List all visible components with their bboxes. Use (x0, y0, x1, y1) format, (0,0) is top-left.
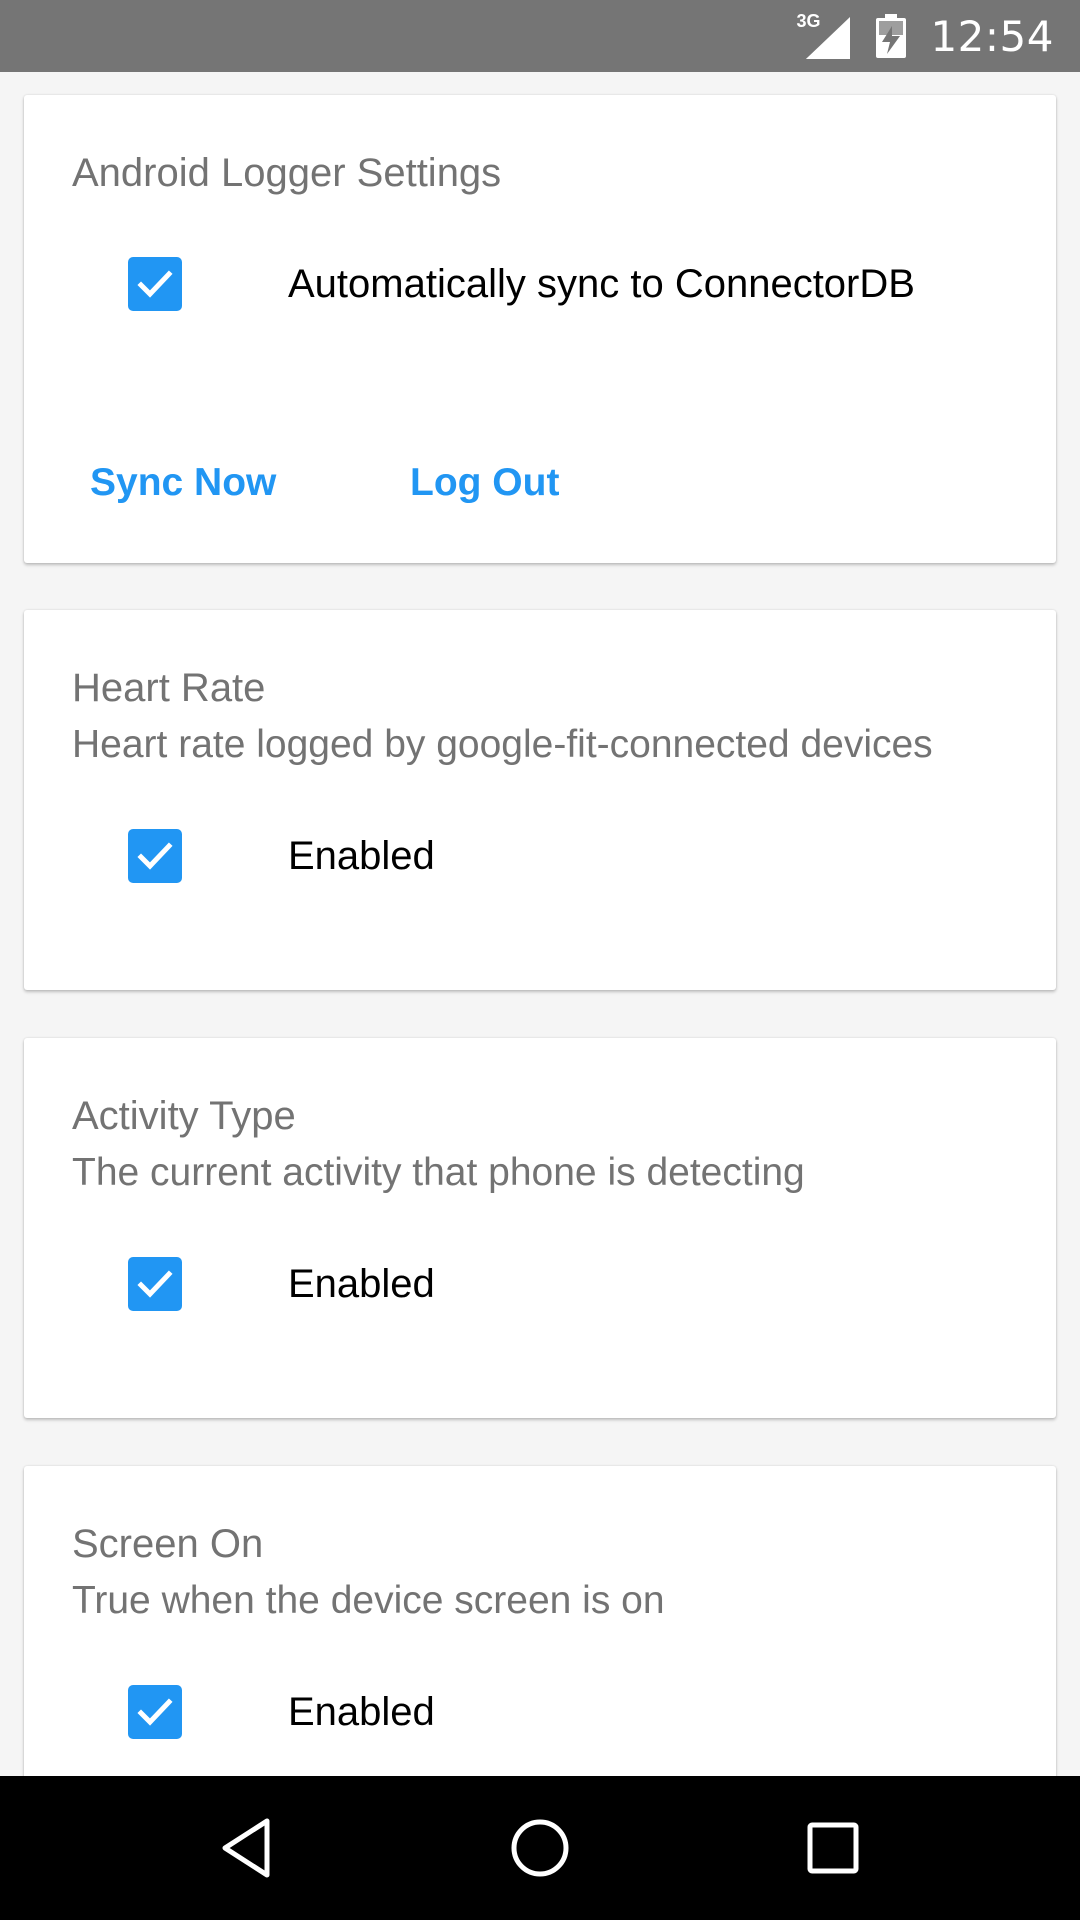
card-title: Android Logger Settings (72, 151, 502, 195)
auto-sync-label: Automatically sync to ConnectorDB (288, 261, 915, 306)
enabled-row[interactable]: Enabled (128, 829, 435, 883)
checkmark-icon (137, 1270, 173, 1298)
sync-now-button[interactable]: Sync Now (90, 461, 276, 505)
log-out-button[interactable]: Log Out (410, 461, 559, 505)
enabled-row[interactable]: Enabled (128, 1257, 435, 1311)
enabled-row[interactable]: Enabled (128, 1685, 435, 1739)
recents-button[interactable] (793, 1808, 873, 1888)
settings-list[interactable]: Android Logger Settings Automatically sy… (0, 72, 1080, 1776)
enabled-label: Enabled (288, 833, 435, 878)
back-icon (222, 1818, 270, 1878)
network-type: 3G (796, 11, 821, 31)
clock: 12:54 (930, 11, 1054, 61)
recents-icon (807, 1822, 859, 1874)
enabled-checkbox[interactable] (128, 1685, 182, 1739)
logger-card-screen-on: Screen On True when the device screen is… (24, 1466, 1056, 1776)
logger-title: Activity Type (72, 1094, 296, 1138)
logger-settings-card: Android Logger Settings Automatically sy… (24, 95, 1056, 563)
enabled-checkbox[interactable] (128, 1257, 182, 1311)
enabled-label: Enabled (288, 1261, 435, 1306)
logger-card-heart-rate: Heart Rate Heart rate logged by google-f… (24, 610, 1056, 990)
logger-card-activity-type: Activity Type The current activity that … (24, 1038, 1056, 1418)
back-button[interactable] (207, 1808, 287, 1888)
signal-icon: 3G (796, 11, 852, 59)
status-bar: 3G 12:54 (0, 0, 1080, 72)
logger-title: Screen On (72, 1522, 264, 1566)
logger-description: True when the device screen is on (72, 1579, 665, 1622)
auto-sync-checkbox[interactable] (128, 257, 182, 311)
home-icon (511, 1819, 569, 1877)
home-button[interactable] (500, 1808, 580, 1888)
navigation-bar (0, 1776, 1080, 1920)
checkmark-icon (137, 842, 173, 870)
battery-charging-icon (876, 14, 907, 58)
logger-title: Heart Rate (72, 666, 266, 710)
checkmark-icon (137, 1698, 173, 1726)
enabled-checkbox[interactable] (128, 829, 182, 883)
logger-description: The current activity that phone is detec… (72, 1151, 805, 1194)
auto-sync-row[interactable]: Automatically sync to ConnectorDB (128, 257, 915, 311)
checkmark-icon (137, 270, 173, 298)
logger-description: Heart rate logged by google-fit-connecte… (72, 723, 933, 766)
enabled-label: Enabled (288, 1689, 435, 1734)
